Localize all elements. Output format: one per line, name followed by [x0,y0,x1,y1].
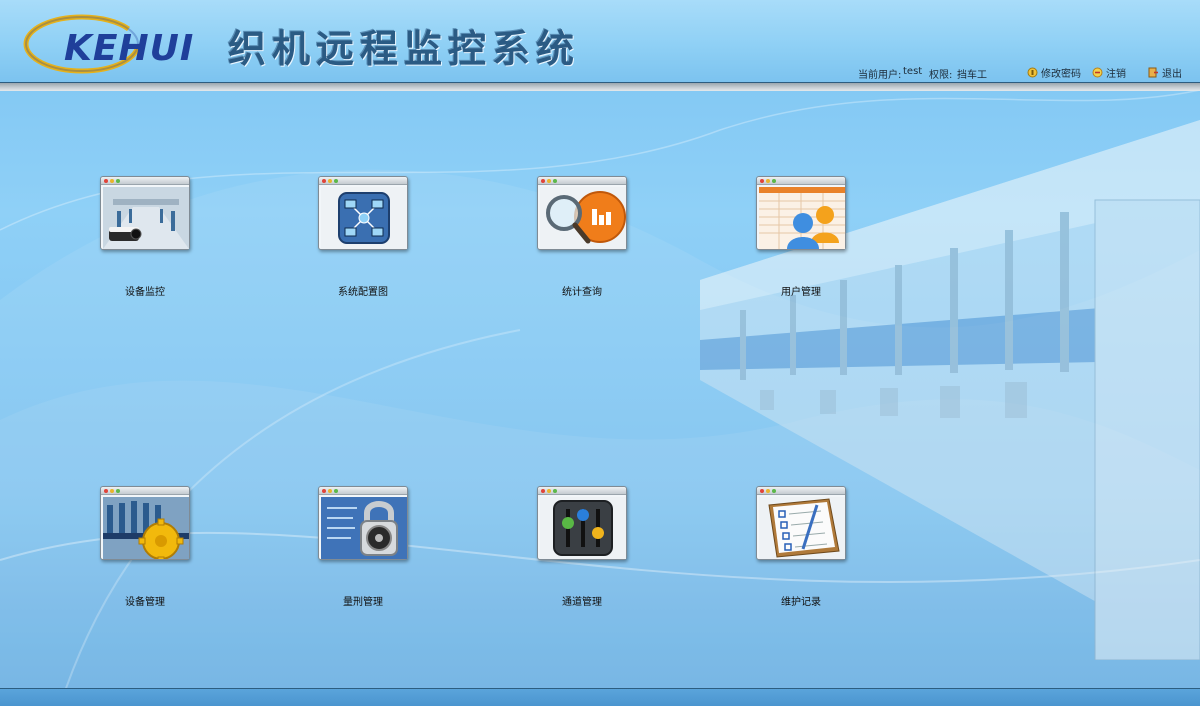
network-diagram-icon [318,176,408,250]
tile-user-management[interactable]: 用户管理 [736,176,866,298]
header: KEHUI 织机远程监控系统 当前用户: test 权限: 挡车工 修改密码 注… [0,0,1200,83]
footer-bar [0,688,1200,706]
exit-door-icon [1148,67,1158,78]
logo-text: KEHUI [64,28,195,69]
current-user: test [903,66,923,77]
tile-label: 设备监控 [125,287,165,298]
tile-statistics-query[interactable]: 统计查询 [517,176,647,298]
tile-maintenance-records[interactable]: 维护记录 [736,486,866,608]
key-icon [1027,67,1038,78]
exit-label: 退出 [1162,69,1182,80]
tile-sentencing-management[interactable]: 量刑管理 [298,486,428,608]
change-password-label: 修改密码 [1041,69,1081,80]
padlock-icon [318,486,408,560]
company-logo: KEHUI [22,14,212,76]
tile-label: 统计查询 [562,287,602,298]
tile-equipment-monitoring[interactable]: 设备监控 [80,176,210,298]
logout-label: 注销 [1106,69,1126,80]
tile-equipment-management[interactable]: 设备管理 [80,486,210,608]
app-title: 织机远程监控系统 [228,26,581,71]
permission-value: 挡车工 [957,70,987,81]
change-password-link[interactable]: 修改密码 [1027,65,1081,80]
users-table-icon [756,176,846,250]
tile-system-config-diagram[interactable]: 系统配置图 [298,176,428,298]
magnifier-chart-icon [537,176,627,250]
tile-label: 量刑管理 [343,597,383,608]
gear-factory-icon [100,486,190,564]
logout-icon [1092,67,1103,78]
tile-label: 系统配置图 [338,287,388,298]
tile-channel-management[interactable]: 通道管理 [517,486,647,608]
permission-label: 权限: [929,70,953,81]
tile-label: 维护记录 [781,597,821,608]
control-knobs-icon [537,486,627,560]
logout-link[interactable]: 注销 [1092,65,1126,80]
header-divider [0,83,1200,91]
tile-label: 用户管理 [781,287,821,298]
camera-factory-icon [100,176,190,250]
tile-label: 通道管理 [562,597,602,608]
tile-label: 设备管理 [125,597,165,608]
exit-link[interactable]: 退出 [1148,65,1182,80]
current-user-label: 当前用户: [858,70,902,81]
checklist-icon [756,486,846,560]
